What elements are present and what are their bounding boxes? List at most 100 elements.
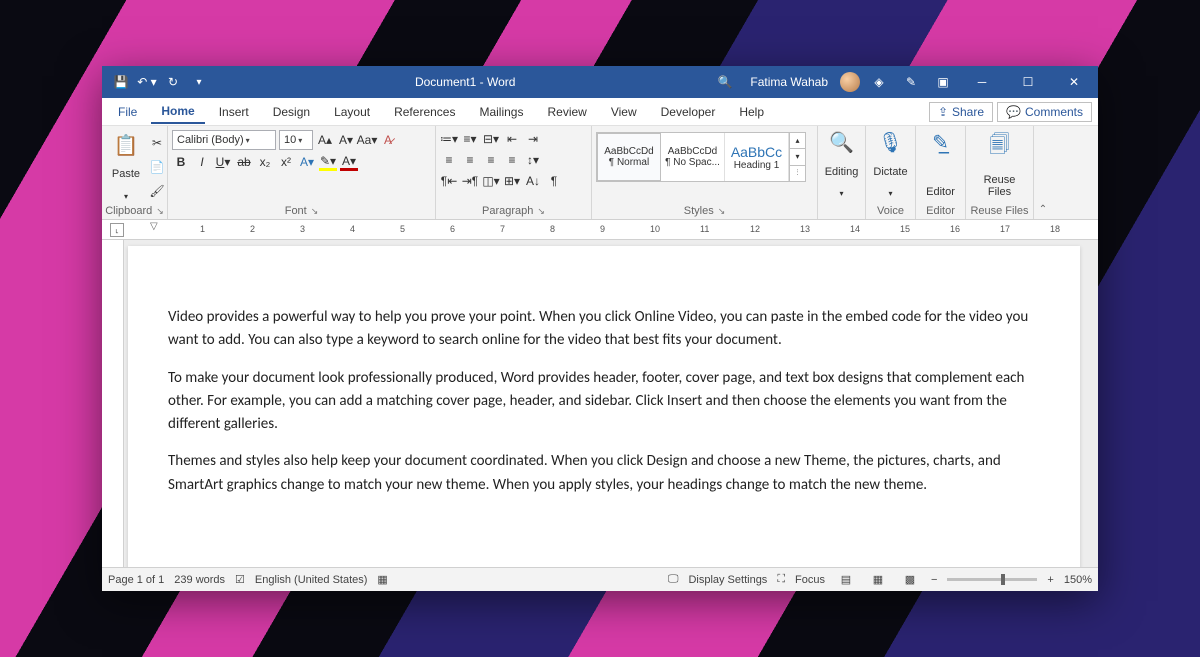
font-size-combo[interactable]: 10▾ (279, 130, 313, 150)
ltr-icon[interactable]: ¶⇤ (440, 172, 458, 190)
editing-button[interactable]: 🔍 Editing ▾ (822, 128, 862, 200)
underline-icon[interactable]: U▾ (214, 153, 232, 171)
search-icon[interactable]: 🔍 (712, 75, 738, 89)
dialog-launcher-icon[interactable]: ↘ (156, 206, 164, 217)
gallery-up-icon[interactable]: ▴ (790, 133, 805, 149)
print-layout-icon[interactable]: ▦ (867, 573, 889, 586)
line-spacing-icon[interactable]: ↕▾ (524, 151, 542, 169)
ruler-tick: 12 (750, 224, 760, 234)
document-page[interactable]: Video provides a powerful way to help yo… (128, 246, 1080, 567)
style-heading1[interactable]: AaBbCc Heading 1 (725, 133, 789, 181)
paragraph-2[interactable]: To make your document look professionall… (168, 367, 1040, 437)
sort-icon[interactable]: A↓ (524, 172, 542, 190)
dialog-launcher-icon[interactable]: ↘ (311, 206, 319, 217)
maximize-button[interactable]: ☐ (1008, 66, 1048, 98)
font-name-combo[interactable]: Calibri (Body)▾ (172, 130, 276, 150)
borders-icon[interactable]: ⊞▾ (503, 172, 521, 190)
collapse-ribbon-icon[interactable]: ⌃ (1039, 204, 1047, 215)
tab-file[interactable]: File (108, 101, 147, 123)
multilevel-list-icon[interactable]: ⊟▾ (482, 130, 500, 148)
word-count[interactable]: 239 words (174, 574, 225, 586)
close-button[interactable]: ✕ (1054, 66, 1094, 98)
zoom-level[interactable]: 150% (1064, 574, 1092, 586)
decrease-indent-icon[interactable]: ⇤ (503, 130, 521, 148)
styles-gallery[interactable]: AaBbCcDd ¶ Normal AaBbCcDd ¶ No Spac... … (596, 132, 806, 182)
format-painter-icon[interactable]: 🖌 (148, 182, 166, 200)
tab-view[interactable]: View (601, 101, 647, 123)
dialog-launcher-icon[interactable]: ↘ (718, 206, 726, 217)
paragraph-3[interactable]: Themes and styles also help keep your do… (168, 450, 1040, 497)
style-normal[interactable]: AaBbCcDd ¶ Normal (597, 133, 661, 181)
diamond-icon[interactable]: ◈ (866, 75, 892, 89)
strikethrough-icon[interactable]: ab (235, 153, 253, 171)
tab-references[interactable]: References (384, 101, 465, 123)
align-center-icon[interactable]: ≡ (461, 151, 479, 169)
gallery-more-icon[interactable]: ⫶ (790, 166, 805, 181)
horizontal-ruler[interactable]: ˪ ▽ 123456789101112131415161718 (102, 220, 1098, 240)
paste-button[interactable]: 📋 Paste ▾ (106, 131, 146, 203)
page-count[interactable]: Page 1 of 1 (108, 574, 164, 586)
shrink-font-icon[interactable]: A▾ (337, 131, 355, 149)
tab-insert[interactable]: Insert (209, 101, 259, 123)
spellcheck-icon[interactable]: ☑ (235, 573, 245, 586)
redo-icon[interactable]: ↻ (162, 75, 184, 89)
language-status[interactable]: English (United States) (255, 574, 368, 586)
gallery-down-icon[interactable]: ▾ (790, 149, 805, 165)
user-avatar[interactable] (840, 72, 860, 92)
vertical-ruler[interactable] (102, 240, 124, 567)
subscript-icon[interactable]: x₂ (256, 153, 274, 171)
tab-selector-icon[interactable]: ˪ (110, 223, 124, 237)
web-layout-icon[interactable]: ▩ (899, 573, 921, 586)
bold-icon[interactable]: B (172, 153, 190, 171)
justify-icon[interactable]: ≡ (503, 151, 521, 169)
zoom-slider[interactable] (947, 578, 1037, 581)
indent-marker-icon[interactable]: ▽ (150, 221, 158, 232)
superscript-icon[interactable]: x² (277, 153, 295, 171)
dictate-button[interactable]: 🎙 Dictate ▾ (870, 128, 911, 200)
tab-mailings[interactable]: Mailings (469, 101, 533, 123)
text-effects-icon[interactable]: A▾ (298, 153, 316, 171)
editor-button[interactable]: ✎̲ Editor (921, 128, 961, 200)
rtl-icon[interactable]: ⇥¶ (461, 172, 479, 190)
italic-icon[interactable]: I (193, 153, 211, 171)
tab-layout[interactable]: Layout (324, 101, 380, 123)
macro-icon[interactable]: ▦ (377, 573, 387, 586)
highlight-icon[interactable]: ✎▾ (319, 153, 337, 171)
minimize-button[interactable]: ─ (962, 66, 1002, 98)
change-case-icon[interactable]: Aa▾ (358, 131, 376, 149)
tab-review[interactable]: Review (537, 101, 596, 123)
style-no-spacing[interactable]: AaBbCcDd ¶ No Spac... (661, 133, 725, 181)
font-color-icon[interactable]: A▾ (340, 153, 358, 171)
zoom-in-button[interactable]: + (1047, 574, 1053, 586)
shading-icon[interactable]: ◫▾ (482, 172, 500, 190)
bullets-icon[interactable]: ≔▾ (440, 130, 458, 148)
read-mode-icon[interactable]: ▤ (835, 573, 857, 586)
clear-formatting-icon[interactable]: A̷ (379, 131, 397, 149)
tab-design[interactable]: Design (263, 101, 320, 123)
show-marks-icon[interactable]: ¶ (545, 172, 563, 190)
numbering-icon[interactable]: ≡▾ (461, 130, 479, 148)
save-icon[interactable]: 💾 (110, 75, 132, 89)
tab-developer[interactable]: Developer (651, 101, 726, 123)
copy-icon[interactable]: 📄 (148, 158, 166, 176)
align-left-icon[interactable]: ≡ (440, 151, 458, 169)
cut-icon[interactable]: ✂ (148, 134, 166, 152)
reuse-files-button[interactable]: 🗐 Reuse Files (980, 128, 1020, 200)
align-right-icon[interactable]: ≡ (482, 151, 500, 169)
increase-indent-icon[interactable]: ⇥ (524, 130, 542, 148)
dialog-launcher-icon[interactable]: ↘ (537, 206, 545, 217)
zoom-out-button[interactable]: − (931, 574, 937, 586)
tab-help[interactable]: Help (729, 101, 774, 123)
ribbon-display-icon[interactable]: ▣ (930, 75, 956, 89)
tab-home[interactable]: Home (151, 100, 204, 124)
focus-mode[interactable]: Focus (795, 574, 825, 586)
display-settings[interactable]: Display Settings (688, 574, 767, 586)
paragraph-1[interactable]: Video provides a powerful way to help yo… (168, 306, 1040, 353)
undo-icon[interactable]: ↶ ▾ (136, 75, 158, 89)
lightbulb-icon[interactable]: ✎ (898, 75, 924, 89)
comments-button[interactable]: 💬 Comments (997, 102, 1092, 122)
grow-font-icon[interactable]: A▴ (316, 131, 334, 149)
qat-more-icon[interactable]: ▾ (188, 77, 210, 88)
user-name[interactable]: Fatima Wahab (744, 75, 834, 89)
share-button[interactable]: ⇪ Share (929, 102, 993, 122)
